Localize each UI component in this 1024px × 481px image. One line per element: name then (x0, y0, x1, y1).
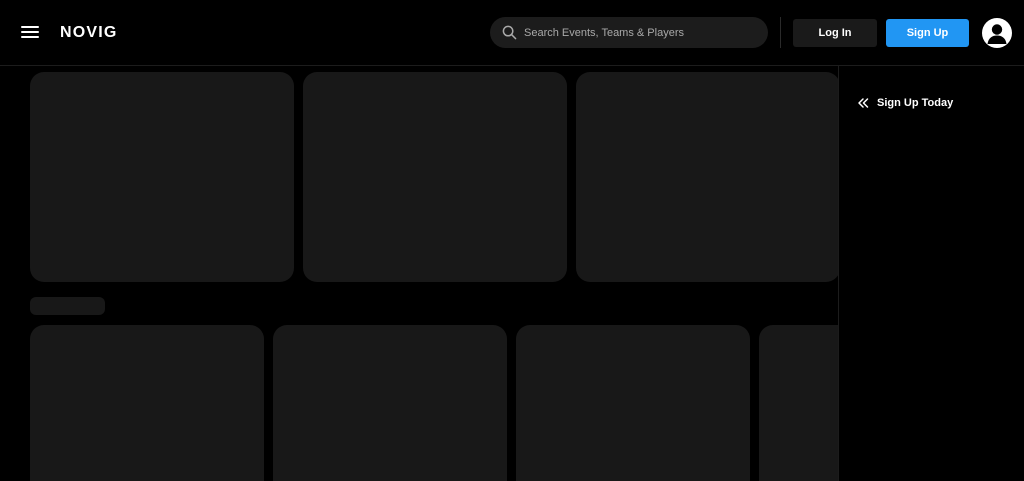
signup-panel-toggle[interactable]: Sign Up Today (857, 96, 953, 110)
search-input[interactable] (524, 17, 760, 48)
event-card-skeleton (759, 325, 838, 481)
featured-card-skeleton (30, 72, 294, 282)
search-icon (502, 25, 517, 40)
search-bar[interactable] (490, 17, 768, 48)
signup-side-panel: Sign Up Today (838, 66, 1024, 481)
menu-icon-bar (21, 26, 39, 28)
header-divider (780, 17, 781, 48)
main-content-loading (0, 66, 838, 481)
signup-button[interactable]: Sign Up (886, 19, 969, 47)
brand-logo[interactable]: NOVIG (60, 23, 118, 43)
double-chevron-left-icon (858, 98, 869, 108)
featured-card-skeleton (303, 72, 567, 282)
section-title-skeleton (30, 297, 105, 315)
menu-icon-bar (21, 36, 39, 38)
event-card-skeleton (30, 325, 264, 481)
user-avatar-icon[interactable] (982, 18, 1012, 48)
user-silhouette-icon (987, 24, 1007, 44)
menu-icon-bar (21, 31, 39, 33)
login-button[interactable]: Log In (793, 19, 877, 47)
featured-card-skeleton (576, 72, 838, 282)
event-card-skeleton (516, 325, 750, 481)
event-card-skeleton (273, 325, 507, 481)
menu-button[interactable] (21, 26, 39, 39)
top-header: NOVIG Log In Sign Up (0, 0, 1024, 66)
signup-panel-title: Sign Up Today (877, 97, 954, 109)
